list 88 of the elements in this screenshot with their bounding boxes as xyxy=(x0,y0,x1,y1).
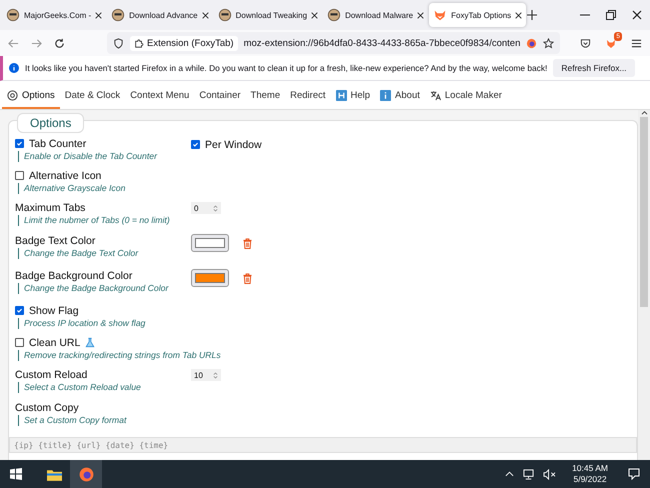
browser-tab[interactable]: Download Tweaking xyxy=(214,3,322,27)
notification-icon[interactable] xyxy=(628,468,640,480)
setting-hint: Alternative Grayscale Icon xyxy=(18,183,191,194)
site-icon xyxy=(111,8,126,22)
clock-time: 10:45 AM xyxy=(572,463,608,474)
browser-tab[interactable]: Download Malware xyxy=(323,3,428,27)
checkbox[interactable] xyxy=(15,338,24,347)
close-icon[interactable] xyxy=(95,12,102,18)
setting-label: Custom Reload xyxy=(15,368,88,380)
browser-tab[interactable]: MajorGeeks.Com - xyxy=(2,3,106,27)
extension-icon[interactable] xyxy=(605,37,617,49)
nav-tab[interactable]: Theme xyxy=(246,83,286,109)
nav-tab[interactable]: Container xyxy=(194,83,246,109)
refresh-firefox-button[interactable]: Refresh Firefox... xyxy=(553,59,635,77)
spinner-icon[interactable] xyxy=(213,204,218,212)
windows-start-icon[interactable] xyxy=(10,468,22,480)
setting-label: Maximum Tabs xyxy=(15,202,86,214)
folder-icon[interactable] xyxy=(46,468,62,480)
nav-tab[interactable]: Context Menu xyxy=(125,83,194,109)
setting-label: Clean URL xyxy=(29,336,80,348)
fox-icon xyxy=(433,8,448,22)
setting-hint: Limit the nubmer of Tabs (0 = no limit) xyxy=(18,215,191,226)
star-icon[interactable] xyxy=(543,38,554,48)
info-icon xyxy=(9,63,19,73)
setting-label: Per Window xyxy=(205,138,262,150)
browser-tab[interactable]: FoxyTab Options xyxy=(429,3,526,27)
clock-date: 5/9/2022 xyxy=(573,474,607,485)
close-icon[interactable] xyxy=(632,10,642,20)
nav-tab[interactable]: Help xyxy=(330,83,376,109)
trash-icon[interactable] xyxy=(243,272,252,284)
scroll-up-icon[interactable] xyxy=(640,110,648,115)
close-icon[interactable] xyxy=(311,12,318,18)
notification-message: It looks like you haven't started Firefox in a while. Do you want to clean it up for a fresh, like-new experience? And by the way, welcome back! xyxy=(25,63,548,73)
identity-chip[interactable]: Extension (FoxyTab) xyxy=(130,36,238,50)
checkbox[interactable] xyxy=(15,306,24,315)
checkbox[interactable] xyxy=(191,140,200,149)
setting-label: Show Flag xyxy=(29,304,79,316)
setting-hint: Process IP location & show flag xyxy=(18,318,191,329)
help-icon xyxy=(336,90,346,100)
browser-tab[interactable]: Download Advance xyxy=(107,3,213,27)
menu-icon[interactable] xyxy=(631,38,642,48)
firefox-icon[interactable] xyxy=(78,466,94,482)
shield-icon xyxy=(113,38,124,48)
nav-tab[interactable]: About xyxy=(375,83,425,109)
setting-label: Alternative Icon xyxy=(29,170,102,182)
network-icon[interactable] xyxy=(523,468,534,480)
puzzle-icon xyxy=(134,38,144,48)
reload-icon[interactable] xyxy=(54,38,65,48)
setting-hint: Set a Custom Copy format xyxy=(18,415,191,426)
url-text: moz-extension://96b4dfa0-8433-4433-865a-7bbece0f9834/conten xyxy=(244,38,520,48)
setting-hint: Enable or Disable the Tab Counter xyxy=(18,151,191,162)
number-field[interactable]: 10 xyxy=(191,369,221,381)
spinner-icon[interactable] xyxy=(213,372,218,378)
address-bar[interactable]: Extension (FoxyTab) moz-extension://96b4dfa0-8433-4433-865a-7bbece0f9834/conten xyxy=(107,32,560,54)
gear-icon xyxy=(7,90,18,100)
info-icon xyxy=(380,90,392,100)
close-icon[interactable] xyxy=(202,12,209,18)
volume-muted-icon[interactable] xyxy=(543,468,556,480)
site-icon xyxy=(327,8,342,22)
setting-label: Custom Copy xyxy=(15,402,79,414)
setting-label: Badge Background Color xyxy=(15,270,132,282)
checkbox[interactable] xyxy=(15,139,24,148)
firefox-icon[interactable] xyxy=(526,38,537,48)
setting-label: Badge Text Color xyxy=(15,234,96,246)
trash-icon[interactable] xyxy=(243,238,252,248)
setting-label: Tab Counter xyxy=(29,138,86,150)
site-icon xyxy=(6,8,20,22)
new-tab-icon[interactable] xyxy=(527,10,538,20)
setting-hint: Select a Custom Reload value xyxy=(18,382,191,393)
chevron-up-icon[interactable] xyxy=(505,471,514,477)
scrollbar-thumb[interactable] xyxy=(640,117,648,307)
forward-icon[interactable] xyxy=(31,38,42,48)
setting-hint: Remove tracking/redirecting strings from Tab URLs xyxy=(18,350,221,361)
close-icon[interactable] xyxy=(515,12,522,18)
close-icon[interactable] xyxy=(417,12,424,18)
number-field[interactable]: 0 xyxy=(191,202,221,214)
site-icon xyxy=(218,8,232,22)
nav-tab[interactable]: Locale Maker xyxy=(424,83,507,109)
nav-tab[interactable]: Date & Clock xyxy=(60,83,126,109)
restore-icon[interactable] xyxy=(606,10,616,20)
section-title: Options xyxy=(17,113,84,133)
color-picker[interactable] xyxy=(191,269,229,287)
pocket-icon[interactable] xyxy=(580,38,591,48)
color-picker[interactable] xyxy=(191,234,229,252)
back-icon[interactable] xyxy=(8,38,19,48)
nav-tab[interactable]: Redirect xyxy=(285,83,330,109)
checkbox[interactable] xyxy=(15,171,24,180)
translate-icon xyxy=(430,90,441,100)
